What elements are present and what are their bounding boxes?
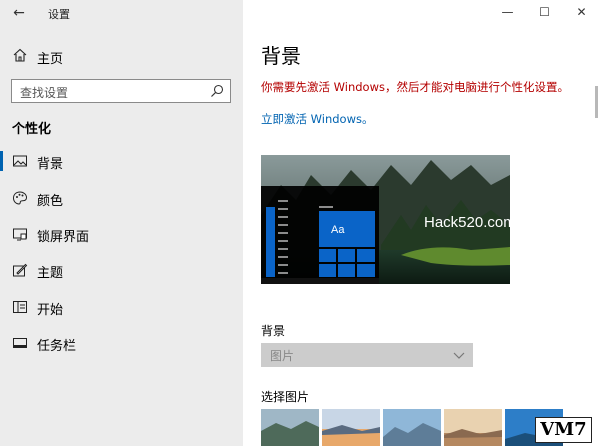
picture-icon — [13, 155, 27, 167]
close-button[interactable]: ✕ — [563, 0, 600, 25]
title-bar: ← 设置 — [0, 0, 243, 25]
preview-tile-label: Aa — [331, 224, 345, 236]
sidebar-item-colors[interactable]: 颜色 — [0, 186, 243, 210]
background-type-value: 图片 — [270, 349, 295, 363]
search-icon[interactable] — [210, 84, 224, 98]
search-placeholder: 查找设置 — [20, 86, 69, 100]
home-icon — [13, 48, 27, 62]
scrollbar-thumb[interactable] — [595, 86, 598, 118]
preview-image: Aa Hack520.com — [261, 155, 510, 284]
sidebar: ← 设置 主页 查找设置 个性化 背景 颜色 锁屏界面 主题 开始 任务栏 — [0, 0, 243, 446]
sidebar-home-label: 主页 — [37, 52, 64, 67]
watermark-text: Hack520.com — [424, 214, 510, 231]
picture-thumbnail[interactable] — [444, 409, 502, 446]
picture-thumbnail[interactable] — [261, 409, 319, 446]
sidebar-item-home[interactable]: 主页 — [0, 44, 243, 68]
back-button[interactable]: ← — [10, 4, 28, 22]
sidebar-item-start[interactable]: 开始 — [0, 295, 243, 319]
picture-thumbnail[interactable] — [383, 409, 441, 446]
sidebar-item-label: 主题 — [37, 266, 64, 281]
sidebar-item-themes[interactable]: 主题 — [0, 258, 243, 282]
maximize-button[interactable]: ☐ — [526, 0, 563, 25]
chevron-down-icon — [453, 352, 465, 359]
sidebar-item-label: 颜色 — [37, 194, 64, 209]
background-type-dropdown[interactable]: 图片 — [261, 343, 473, 367]
theme-brush-icon — [13, 263, 28, 277]
background-preview: Aa Hack520.com — [261, 155, 510, 284]
sidebar-item-lock-screen[interactable]: 锁屏界面 — [0, 222, 243, 246]
page-title: 背景 — [261, 44, 301, 68]
picture-thumbnail[interactable] — [322, 409, 380, 446]
activation-warning: 你需要先激活 Windows，然后才能对电脑进行个性化设置。 — [261, 80, 569, 94]
lock-screen-icon — [13, 228, 27, 241]
sidebar-item-label: 任务栏 — [37, 339, 77, 354]
section-title: 个性化 — [12, 122, 52, 137]
choose-picture-label: 选择图片 — [261, 390, 310, 404]
window-controls: — ☐ ✕ — [489, 0, 600, 25]
start-menu-icon — [13, 301, 27, 313]
taskbar-icon — [13, 338, 27, 348]
sidebar-item-background[interactable]: 背景 — [0, 149, 243, 173]
main-pane: — ☐ ✕ 背景 你需要先激活 Windows，然后才能对电脑进行个性化设置。 … — [243, 0, 600, 446]
background-type-label: 背景 — [261, 324, 286, 338]
search-input[interactable]: 查找设置 — [11, 79, 231, 103]
sidebar-item-label: 背景 — [37, 157, 64, 172]
app-title: 设置 — [48, 8, 70, 21]
minimize-button[interactable]: — — [489, 0, 526, 25]
watermark-badge: VM7 — [535, 417, 592, 443]
sidebar-item-label: 锁屏界面 — [37, 230, 90, 245]
palette-icon — [12, 191, 28, 205]
activate-windows-link[interactable]: 立即激活 Windows。 — [261, 111, 374, 127]
sidebar-item-taskbar[interactable]: 任务栏 — [0, 331, 243, 355]
sidebar-item-label: 开始 — [37, 303, 64, 318]
